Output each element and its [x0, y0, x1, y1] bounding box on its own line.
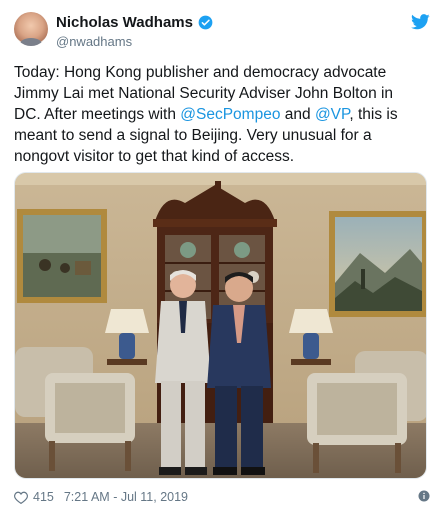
tweet-photo[interactable]	[14, 172, 427, 479]
photo-illustration	[15, 173, 426, 478]
author-name[interactable]: Nicholas Wadhams	[56, 14, 193, 31]
tweet-header: Nicholas Wadhams @nwadhams	[14, 12, 430, 52]
tweet-text-part: and	[280, 106, 315, 123]
tweet-footer: 415 7:21 AM - Jul 11, 2019	[14, 488, 430, 506]
verified-badge-icon	[198, 15, 213, 30]
mention-secpompeo-link[interactable]: @SecPompeo	[180, 106, 280, 123]
author-name-row: Nicholas Wadhams	[56, 14, 213, 31]
author-handle[interactable]: @nwadhams	[56, 34, 132, 49]
mention-vp-link[interactable]: @VP	[315, 106, 349, 123]
avatar[interactable]	[14, 12, 48, 46]
info-icon[interactable]	[418, 490, 430, 502]
tweet-text: Today: Hong Kong publisher and democracy…	[14, 62, 424, 167]
like-count[interactable]: 415	[33, 490, 54, 504]
twitter-bird-icon[interactable]	[411, 14, 430, 30]
tweet-timestamp[interactable]: 7:21 AM - Jul 11, 2019	[64, 490, 188, 504]
heart-icon[interactable]	[14, 491, 28, 504]
